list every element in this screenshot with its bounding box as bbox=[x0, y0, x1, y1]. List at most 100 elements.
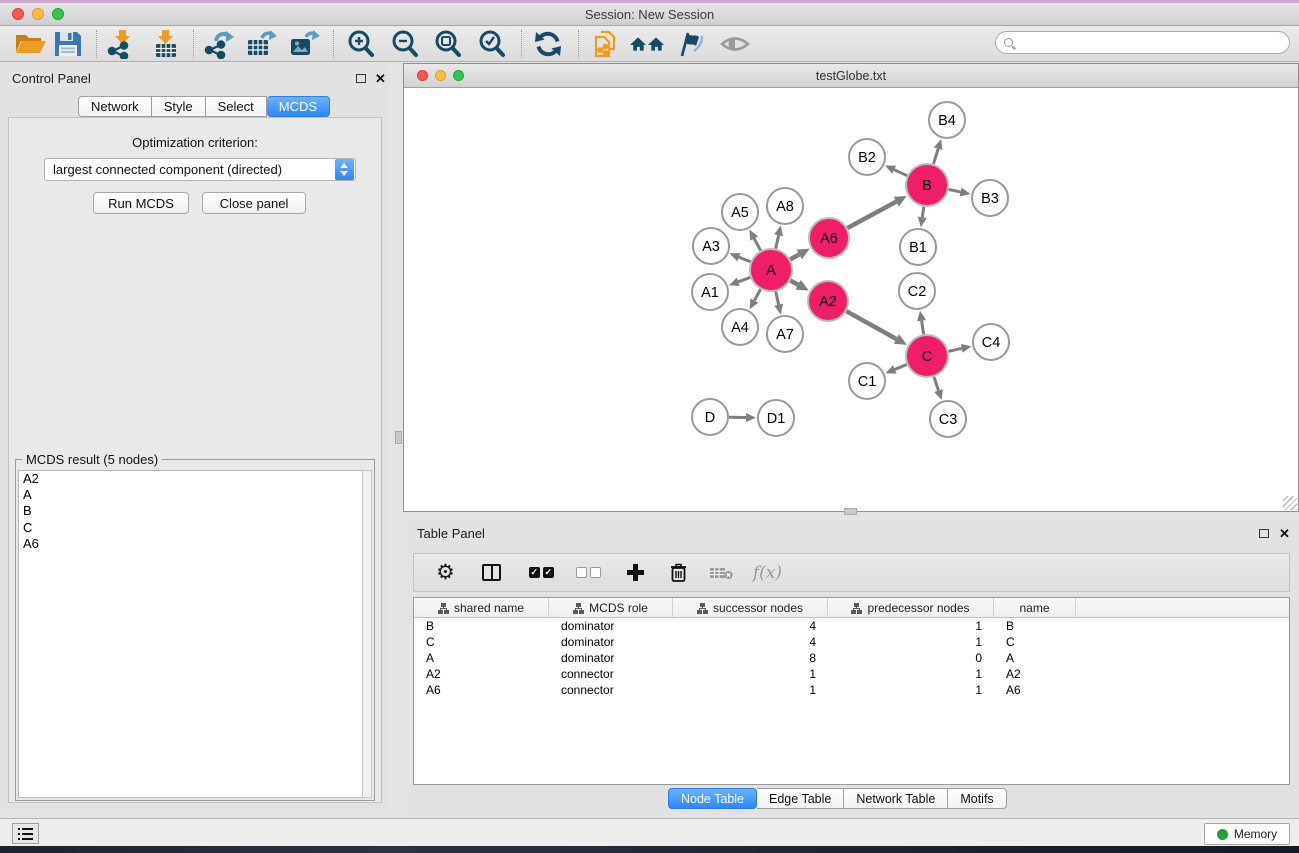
close-panel-icon[interactable]: ✕ bbox=[375, 71, 386, 87]
edge-A-A7[interactable] bbox=[776, 291, 779, 304]
import-table-button[interactable] bbox=[148, 29, 184, 59]
delete-table-icon bbox=[709, 566, 733, 580]
column-header-MCDS-role[interactable]: MCDS role bbox=[549, 598, 673, 618]
column-header-successor-nodes[interactable]: successor nodes bbox=[673, 598, 828, 618]
tab-select[interactable]: Select bbox=[206, 96, 267, 117]
table-cell: 4 bbox=[673, 635, 828, 649]
task-history-button[interactable] bbox=[12, 823, 39, 844]
optimization-criterion-select[interactable]: largest connected component (directed) bbox=[44, 158, 356, 181]
zoom-fit-button[interactable] bbox=[430, 29, 466, 59]
column-header-shared-name[interactable]: shared name bbox=[414, 598, 549, 618]
edge-A-A4[interactable] bbox=[754, 289, 760, 300]
edge-arrowhead bbox=[934, 139, 943, 150]
graph-node-label: A bbox=[766, 263, 776, 279]
function-builder-button[interactable]: f(x) bbox=[753, 563, 782, 583]
zoom-selected-button[interactable] bbox=[474, 29, 510, 59]
split-pane-grip-vertical[interactable] bbox=[395, 431, 402, 444]
edge-A-A1[interactable] bbox=[738, 277, 750, 281]
export-table-button[interactable] bbox=[243, 29, 279, 59]
function-icon: f(x) bbox=[753, 563, 782, 583]
table-row[interactable]: A6connector11A6 bbox=[414, 682, 1289, 698]
edge-A-A8[interactable] bbox=[776, 235, 779, 248]
tab-network-table[interactable]: Network Table bbox=[844, 788, 948, 809]
mcds-tab-content: Optimization criterion: largest connecte… bbox=[8, 117, 382, 803]
column-header-name[interactable]: name bbox=[994, 598, 1076, 618]
edge-A-A5[interactable] bbox=[754, 238, 760, 250]
table-row[interactable]: A2connector11A2 bbox=[414, 666, 1289, 682]
edge-B-B4[interactable] bbox=[933, 149, 938, 164]
tab-node-table[interactable]: Node Table bbox=[668, 788, 757, 809]
split-pane-grip-horizontal[interactable] bbox=[844, 508, 857, 515]
graph-node-label: D1 bbox=[767, 411, 786, 427]
column-header-label: predecessor nodes bbox=[867, 601, 969, 615]
delete-column-button[interactable] bbox=[670, 563, 687, 582]
split-view-button[interactable] bbox=[482, 564, 501, 581]
session-title: Session: New Session bbox=[0, 7, 1299, 22]
edge-C-C4[interactable] bbox=[948, 348, 961, 351]
edge-A6-B[interactable] bbox=[847, 202, 896, 228]
edge-C-C2[interactable] bbox=[922, 321, 924, 335]
network-view-window: testGlobe.txt B4B2BB3A8A5A6A3B1AC2A1A2A4… bbox=[403, 63, 1299, 512]
app-titlebar: Session: New Session bbox=[0, 3, 1299, 26]
refresh-button[interactable] bbox=[530, 29, 566, 59]
settings-gear-button[interactable]: ⚙ bbox=[436, 563, 455, 583]
table-cell: 1 bbox=[828, 619, 994, 633]
zoom-out-button[interactable] bbox=[387, 29, 423, 59]
import-network-button[interactable] bbox=[104, 29, 140, 59]
edge-C-C1[interactable] bbox=[895, 364, 907, 369]
export-network-button[interactable] bbox=[201, 29, 237, 59]
network-canvas[interactable]: B4B2BB3A8A5A6A3B1AC2A1A2A4A7C4CC1DD1C3 bbox=[404, 88, 1298, 511]
column-header-label: name bbox=[1019, 601, 1049, 615]
edge-A2-C[interactable] bbox=[846, 311, 896, 339]
run-mcds-button[interactable]: Run MCDS bbox=[93, 192, 189, 214]
duplicate-network-button[interactable] bbox=[588, 29, 624, 59]
export-image-button[interactable] bbox=[286, 29, 322, 59]
edge-arrowhead bbox=[774, 226, 783, 237]
float-panel-icon[interactable] bbox=[1259, 529, 1269, 538]
search-input[interactable] bbox=[1018, 36, 1281, 50]
deselect-all-columns-button[interactable] bbox=[576, 567, 601, 578]
edge-arrowhead bbox=[917, 311, 926, 322]
network-window-titlebar[interactable]: testGlobe.txt bbox=[404, 64, 1298, 88]
tab-network[interactable]: Network bbox=[78, 96, 152, 117]
home-pair-button[interactable] bbox=[629, 29, 665, 59]
result-list-scrollbar[interactable] bbox=[362, 470, 372, 798]
close-panel-button[interactable]: Close panel bbox=[202, 192, 306, 214]
table-row[interactable]: Bdominator41B bbox=[414, 618, 1289, 634]
delete-table-button[interactable] bbox=[709, 566, 733, 580]
edge-A-A2[interactable] bbox=[790, 281, 798, 285]
table-row[interactable]: Adominator80A bbox=[414, 650, 1289, 666]
tab-motifs[interactable]: Motifs bbox=[948, 788, 1006, 809]
search-field[interactable] bbox=[995, 31, 1290, 54]
zoom-in-button[interactable] bbox=[343, 29, 379, 59]
table-row[interactable]: Cdominator41C bbox=[414, 634, 1289, 650]
table-cell: A bbox=[414, 651, 549, 665]
open-session-button[interactable] bbox=[12, 29, 48, 59]
hide-details-flag-button[interactable] bbox=[672, 29, 708, 59]
memory-button[interactable]: Memory bbox=[1204, 823, 1290, 845]
edge-B-B3[interactable] bbox=[949, 189, 961, 191]
window-resize-grip[interactable] bbox=[1283, 496, 1297, 510]
search-icon bbox=[1004, 38, 1013, 47]
edge-A-A6[interactable] bbox=[790, 254, 799, 259]
save-session-button[interactable] bbox=[50, 29, 86, 59]
table-cell: 0 bbox=[828, 651, 994, 665]
float-panel-icon[interactable] bbox=[356, 74, 366, 83]
eye-button[interactable] bbox=[717, 29, 753, 59]
edge-B-B1[interactable] bbox=[922, 207, 924, 218]
edge-A-A3[interactable] bbox=[739, 257, 751, 262]
tab-mcds[interactable]: MCDS bbox=[267, 96, 330, 117]
toolbar-separator bbox=[333, 30, 334, 58]
column-header-predecessor-nodes[interactable]: predecessor nodes bbox=[828, 598, 994, 618]
edge-C-C3[interactable] bbox=[934, 377, 939, 391]
toolbar-separator bbox=[96, 30, 97, 58]
tab-style[interactable]: Style bbox=[152, 96, 206, 117]
close-panel-icon[interactable]: ✕ bbox=[1279, 526, 1290, 542]
hierarchy-icon bbox=[573, 603, 584, 614]
select-all-columns-button[interactable]: ✓✓ bbox=[529, 567, 554, 578]
edge-B-B2[interactable] bbox=[894, 170, 907, 176]
tab-edge-table[interactable]: Edge Table bbox=[757, 788, 844, 809]
table-cell: connector bbox=[549, 683, 673, 697]
add-column-button[interactable] bbox=[627, 564, 644, 581]
export-network-icon bbox=[202, 29, 236, 59]
